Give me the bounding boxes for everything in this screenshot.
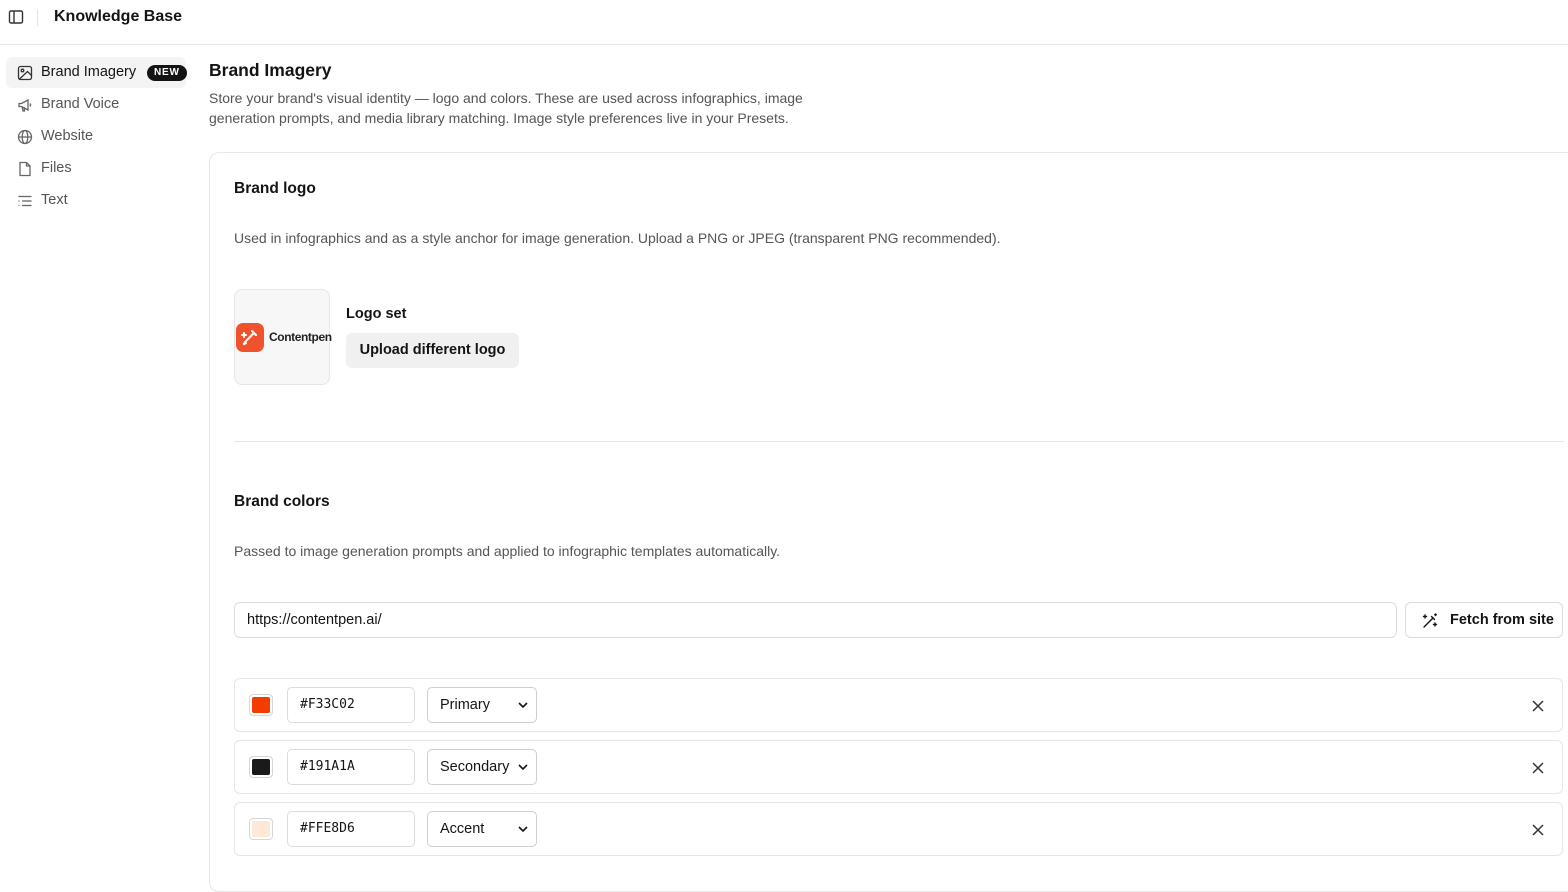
close-icon[interactable]	[1530, 760, 1546, 776]
section-divider	[234, 441, 1564, 442]
magic-wand-icon	[1422, 613, 1438, 628]
fetch-button-label: Fetch from site	[1450, 612, 1554, 628]
color-swatch[interactable]	[249, 756, 273, 778]
sidebar-item-website[interactable]: Website	[6, 121, 186, 152]
app-title: Knowledge Base	[54, 8, 183, 25]
close-icon[interactable]	[1530, 822, 1546, 838]
logo-status: Logo set	[346, 306, 407, 322]
site-url-input[interactable]: https://contentpen.ai/	[234, 602, 1397, 638]
color-role-select[interactable]: Secondary	[427, 749, 537, 785]
text-lines-icon	[18, 195, 32, 207]
close-icon[interactable]	[1530, 698, 1546, 714]
role-select-value: Accent	[440, 821, 485, 837]
color-row: #191A1A Secondary	[234, 740, 1563, 794]
sidebar-item-brand-imagery[interactable]: Brand Imagery NEW	[6, 57, 187, 88]
color-row: #FFE8D6 Accent	[234, 802, 1563, 856]
sidebar-item-files[interactable]: Files	[6, 153, 186, 184]
sidebar-item-text[interactable]: Text	[6, 185, 186, 216]
hex-input[interactable]: #191A1A	[287, 749, 415, 785]
brand-logo-mark	[236, 323, 264, 352]
brand-logo-wordmark: Contentpen	[269, 330, 332, 344]
sidebar-item-label: Brand Imagery	[41, 64, 137, 80]
globe-icon	[17, 129, 33, 145]
topbar-divider	[37, 9, 38, 26]
swatch-fill	[252, 697, 270, 713]
sidebar-toggle-icon[interactable]	[8, 9, 24, 25]
sidebar-item-label: Brand Voice	[41, 96, 120, 112]
brand-colors-description: Passed to image generation prompts and a…	[234, 543, 781, 559]
new-badge: NEW	[147, 65, 187, 81]
upload-logo-button[interactable]: Upload different logo	[346, 333, 519, 368]
brand-logo-title: Brand logo	[234, 180, 316, 197]
role-select-value: Secondary	[440, 759, 510, 775]
brand-colors-title: Brand colors	[234, 493, 330, 510]
megaphone-icon	[18, 98, 32, 112]
sidebar-item-brand-voice[interactable]: Brand Voice	[6, 89, 186, 120]
color-row: #F33C02 Primary	[234, 678, 1563, 732]
sidebar-item-label: Website	[41, 128, 94, 144]
role-select-value: Primary	[440, 697, 490, 713]
color-role-select[interactable]: Primary	[427, 687, 537, 723]
hex-input[interactable]: #F33C02	[287, 687, 415, 723]
swatch-fill	[252, 821, 270, 837]
chevron-down-icon	[518, 764, 528, 771]
sidebar-item-label: Files	[41, 160, 72, 176]
swatch-fill	[252, 759, 270, 775]
page-title: Brand Imagery	[209, 60, 332, 80]
file-icon	[19, 161, 31, 177]
top-bar: Knowledge Base	[0, 0, 1568, 45]
logo-preview: Contentpen	[234, 289, 332, 385]
chevron-down-icon	[518, 702, 528, 709]
color-role-select[interactable]: Accent	[427, 811, 537, 847]
color-swatch[interactable]	[249, 818, 273, 840]
chevron-down-icon	[518, 826, 528, 833]
image-icon	[17, 65, 33, 81]
hex-input[interactable]: #FFE8D6	[287, 811, 415, 847]
color-swatch[interactable]	[249, 694, 273, 716]
sidebar-item-label: Text	[41, 192, 68, 208]
fetch-from-site-button[interactable]: Fetch from site	[1405, 602, 1563, 638]
page-description: Store your brand's visual identity — log…	[209, 90, 803, 126]
brand-logo-description: Used in infographics and as a style anch…	[234, 230, 1001, 246]
